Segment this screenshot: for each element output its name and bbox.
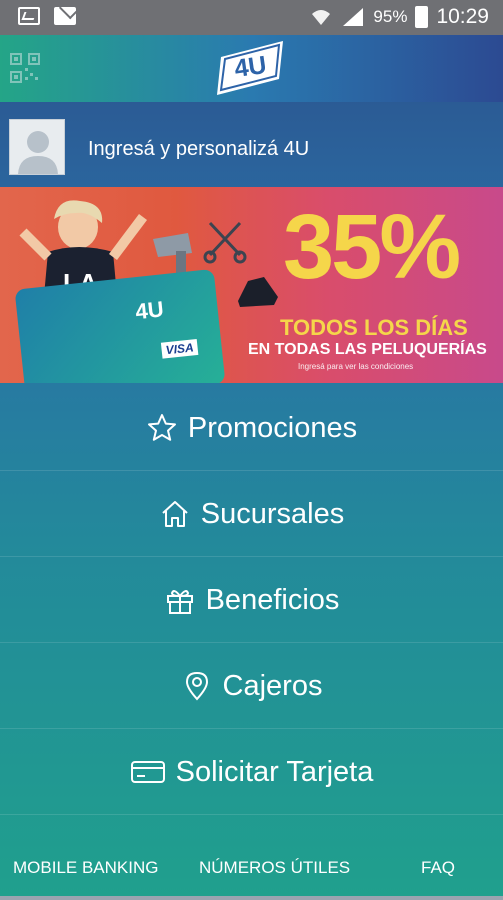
status-bar: 95% 10:29 <box>0 0 503 35</box>
qr-code-icon[interactable] <box>10 53 40 83</box>
menu-label: Promociones <box>187 411 358 444</box>
location-pin-icon <box>185 671 208 701</box>
profile-row[interactable]: Ingresá y personalizá 4U <box>0 112 503 184</box>
divider <box>0 814 503 815</box>
menu-item-solicitar-tarjeta[interactable]: Solicitar Tarjeta <box>0 729 503 815</box>
faq-link[interactable]: FAQ <box>421 858 455 878</box>
numeros-utiles-link[interactable]: NÚMEROS ÚTILES <box>199 858 350 878</box>
menu-item-promociones[interactable]: Promociones <box>0 385 503 471</box>
banner-discount: 35% <box>283 196 461 298</box>
signal-icon <box>343 8 364 26</box>
mail-icon <box>54 7 76 25</box>
image-icon <box>18 7 40 25</box>
battery-icon <box>415 6 429 28</box>
app-logo: 4U <box>213 39 288 97</box>
banner-line2: EN TODAS LAS PELUQUERÍAS <box>248 341 487 358</box>
mobile-banking-link[interactable]: MOBILE BANKING <box>13 858 158 878</box>
home-icon <box>162 501 188 527</box>
visa-logo: VISA <box>160 338 199 359</box>
gift-icon <box>166 590 193 614</box>
login-prompt: Ingresá y personalizá 4U <box>88 138 310 160</box>
menu-label: Cajeros <box>222 669 323 702</box>
card-logo: 4U <box>134 296 165 325</box>
star-icon <box>147 414 176 441</box>
menu-label: Beneficios <box>205 583 340 616</box>
scissors-illustration <box>203 221 247 264</box>
battery-percent: 95% <box>373 7 408 26</box>
app-header: 4U <box>0 35 503 102</box>
menu-item-cajeros[interactable]: Cajeros <box>0 643 503 729</box>
avatar <box>9 119 65 175</box>
menu-label: Sucursales <box>200 497 345 530</box>
sneaker-illustration <box>238 277 278 307</box>
bottom-edge <box>0 896 503 900</box>
credit-card-illustration: 4U VISA <box>14 268 226 383</box>
footer-nav: MOBILE BANKING NÚMEROS ÚTILES FAQ <box>0 852 503 882</box>
banner-conditions: Ingresá para ver las condiciones <box>298 362 414 371</box>
banner-line1: TODOS LOS DÍAS <box>280 315 468 340</box>
menu-item-sucursales[interactable]: Sucursales <box>0 471 503 557</box>
menu-label: Solicitar Tarjeta <box>175 755 374 788</box>
menu-item-beneficios[interactable]: Beneficios <box>0 557 503 643</box>
app-screen: 95% 10:29 4U Ingresá y personalizá 4U 4U… <box>0 0 503 900</box>
wifi-icon <box>312 10 331 25</box>
promo-banner[interactable]: LA 4U VISA 35% TODOS LOS DÍAS EN TODAS L… <box>0 187 503 383</box>
credit-card-icon <box>130 761 165 783</box>
clock: 10:29 <box>436 5 489 28</box>
